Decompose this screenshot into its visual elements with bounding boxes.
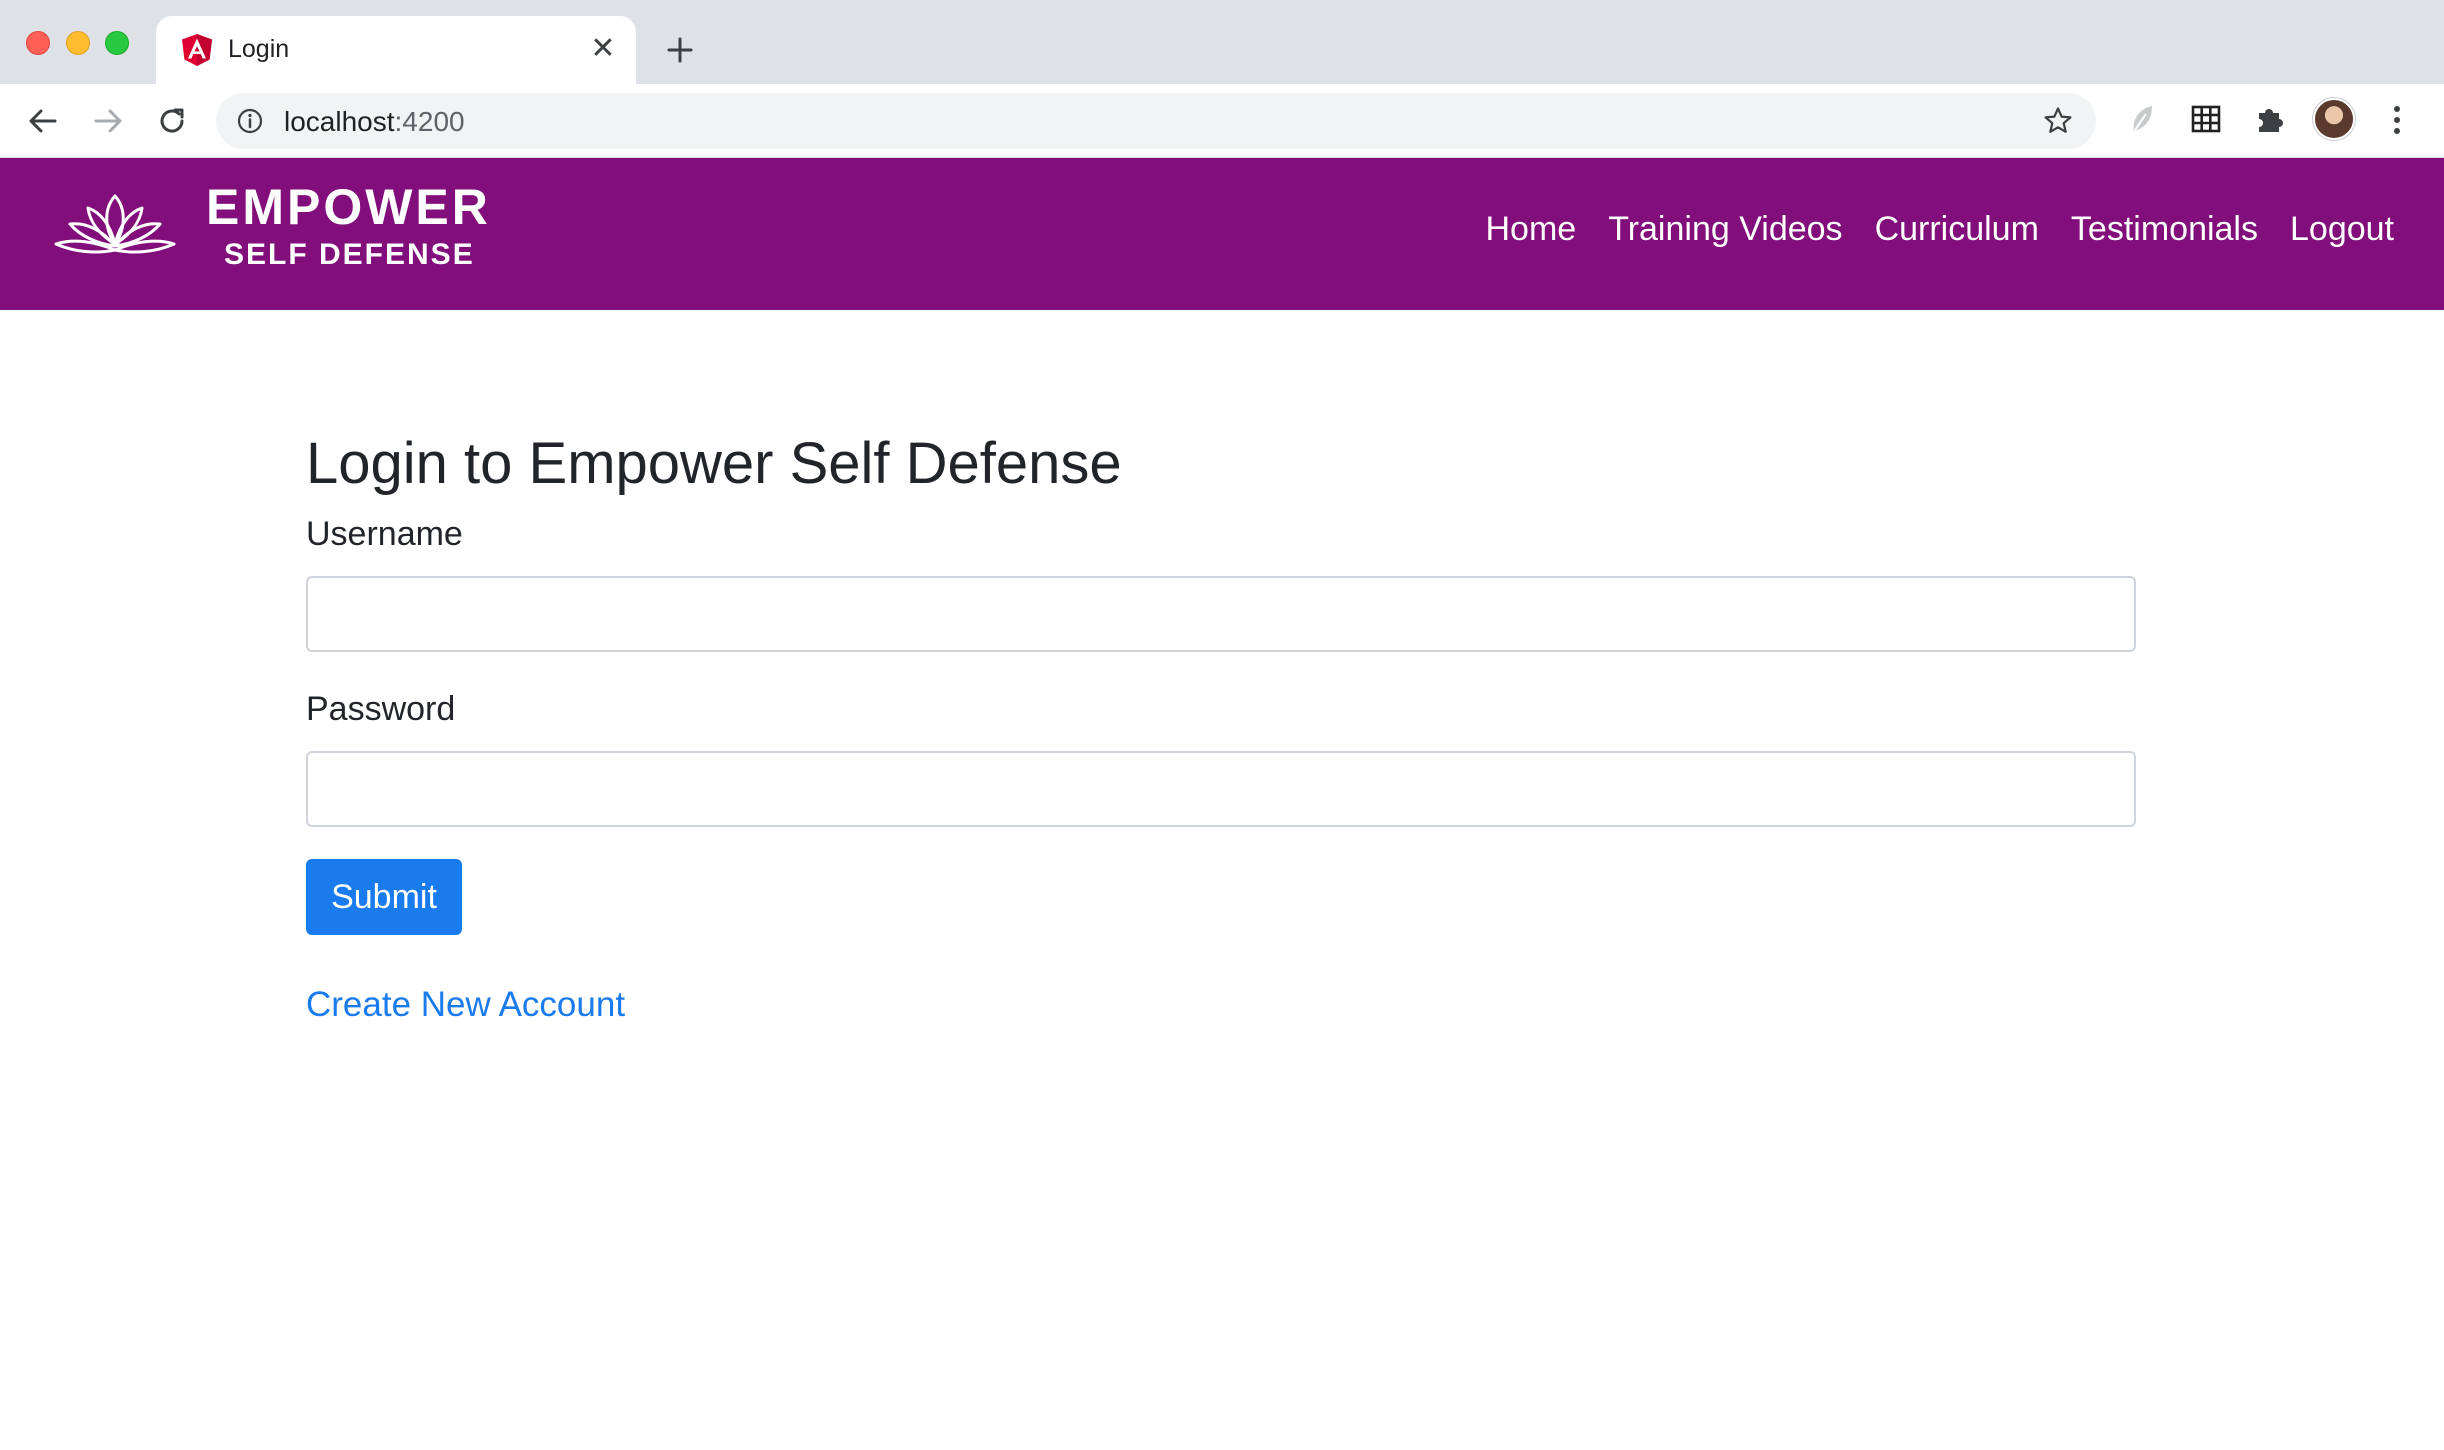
nav-testimonials[interactable]: Testimonials <box>2071 210 2258 249</box>
bookmark-star-icon[interactable] <box>2042 105 2074 137</box>
grid-extension-icon[interactable] <box>2188 101 2224 137</box>
angular-icon <box>182 34 212 66</box>
leaf-extension-icon[interactable] <box>2124 101 2160 137</box>
main-navigation: Home Training Videos Curriculum Testimon… <box>1485 210 2394 249</box>
nav-training-videos[interactable]: Training Videos <box>1608 210 1842 249</box>
page-title: Login to Empower Self Defense <box>306 431 1122 496</box>
site-header: EMPOWER SELF DEFENSE Home Training Video… <box>0 158 2444 310</box>
nav-logout[interactable]: Logout <box>2290 210 2394 249</box>
puzzle-extensions-icon[interactable] <box>2252 101 2288 137</box>
browser-toolbar: localhost:4200 <box>0 84 2444 158</box>
url-text: localhost:4200 <box>284 106 465 138</box>
browser-tab[interactable]: Login ✕ <box>156 16 636 84</box>
create-account-link[interactable]: Create New Account <box>306 985 625 1025</box>
password-label: Password <box>306 690 456 728</box>
minimize-window-button[interactable] <box>66 31 90 55</box>
reload-icon[interactable] <box>152 101 192 141</box>
nav-home[interactable]: Home <box>1485 210 1576 249</box>
submit-button[interactable]: Submit <box>306 859 462 935</box>
browser-tab-strip: Login ✕ <box>0 0 2444 84</box>
logo-title[interactable]: EMPOWER <box>206 178 491 236</box>
profile-avatar[interactable] <box>2313 98 2355 140</box>
more-menu-icon[interactable] <box>2390 102 2404 138</box>
close-window-button[interactable] <box>26 31 50 55</box>
new-tab-icon[interactable] <box>660 30 700 70</box>
lotus-logo-icon[interactable] <box>52 188 178 268</box>
username-label: Username <box>306 515 463 553</box>
maximize-window-button[interactable] <box>105 31 129 55</box>
forward-arrow-icon[interactable] <box>88 101 128 141</box>
password-input[interactable] <box>306 751 2136 827</box>
login-form: Login to Empower Self Defense Username P… <box>306 430 2136 1025</box>
logo-subtitle[interactable]: SELF DEFENSE <box>224 238 475 272</box>
username-input[interactable] <box>306 576 2136 652</box>
tab-close-icon[interactable]: ✕ <box>588 34 618 64</box>
url-port: :4200 <box>394 106 465 137</box>
info-icon[interactable] <box>236 107 264 135</box>
tab-title: Login <box>228 35 290 63</box>
address-bar[interactable]: localhost:4200 <box>216 93 2096 149</box>
nav-curriculum[interactable]: Curriculum <box>1875 210 2039 249</box>
back-arrow-icon[interactable] <box>23 101 63 141</box>
url-host: localhost <box>284 106 395 137</box>
